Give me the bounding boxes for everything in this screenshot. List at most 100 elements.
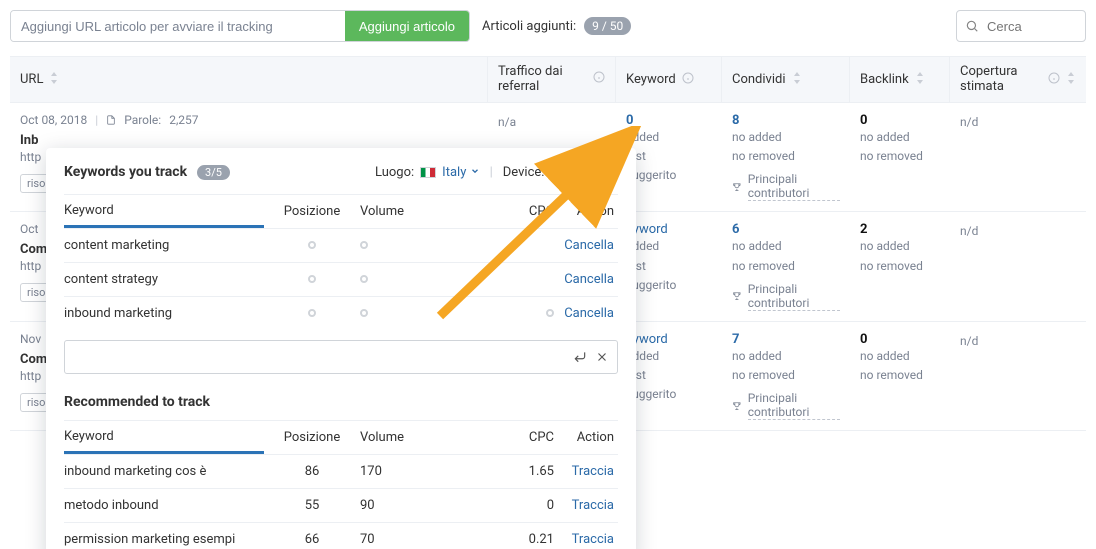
- col-keyword-label: Keyword: [626, 72, 676, 87]
- keyword-count[interactable]: eyword: [626, 332, 712, 347]
- track-keyword-button[interactable]: Traccia: [572, 498, 614, 513]
- kw-vol: 90: [360, 498, 470, 513]
- loading-icon: [308, 241, 316, 249]
- coverage-value: n/d: [950, 113, 1086, 132]
- traffic-value: n/a: [488, 113, 616, 132]
- sort-icon: [915, 72, 925, 88]
- articles-counter: Articoli aggiunti: 9 / 50: [482, 17, 631, 35]
- row-date: Oct 08, 2018: [20, 113, 87, 127]
- kw-vol: 170: [360, 464, 470, 479]
- tracked-keywords-table: Keyword Posizione Volume CPC Action cont…: [64, 194, 618, 330]
- keyword-search-input[interactable]: [73, 349, 565, 366]
- backlink-count[interactable]: 2: [860, 222, 940, 237]
- share-count[interactable]: 7: [732, 332, 840, 347]
- recommended-keywords-table: Keyword Posizione Volume CPC Action inbo…: [64, 420, 618, 549]
- col-backlink-label: Backlink: [860, 72, 909, 87]
- keyword-added: added: [626, 128, 712, 147]
- info-icon: [1048, 72, 1060, 88]
- keyword-suggested: suggerito: [626, 385, 712, 404]
- share-count[interactable]: 8: [732, 113, 840, 128]
- info-icon: [593, 71, 605, 87]
- pop-col-cpc[interactable]: CPC: [470, 204, 554, 219]
- share-removed: no removed: [732, 147, 840, 166]
- device-value: Desktop: [570, 165, 618, 180]
- loading-icon: [360, 275, 368, 283]
- recommended-keyword-row: inbound marketing cos è 86 170 1.65 Trac…: [64, 454, 618, 488]
- pop-col-keyword[interactable]: Keyword: [64, 195, 264, 228]
- search-icon: [965, 19, 979, 33]
- kw-pos: 55: [264, 498, 360, 513]
- keyword-count[interactable]: eyword: [626, 222, 712, 237]
- kw-name: metodo inbound: [64, 498, 264, 513]
- row-date: Oct: [20, 222, 38, 236]
- col-url[interactable]: URL: [10, 57, 488, 102]
- backlink-added: no added: [860, 237, 940, 256]
- pop-col-action: Action: [554, 430, 618, 445]
- url-input[interactable]: [11, 11, 345, 41]
- col-share[interactable]: Condividi: [722, 57, 850, 102]
- popover-title: Keywords you track: [64, 164, 187, 180]
- kw-name: inbound marketing cos è: [64, 464, 264, 479]
- backlink-count[interactable]: 0: [860, 332, 940, 347]
- share-removed: no removed: [732, 366, 840, 385]
- keyword-lost: lost: [626, 366, 712, 385]
- col-share-label: Condividi: [732, 72, 786, 87]
- track-keyword-button[interactable]: Traccia: [572, 464, 614, 479]
- enter-icon[interactable]: [573, 350, 587, 364]
- pop-col-volume[interactable]: Volume: [360, 430, 470, 445]
- tracked-keyword-row: inbound marketing Cancella: [64, 296, 618, 330]
- loading-icon: [360, 241, 368, 249]
- col-coverage[interactable]: Copertura stimata: [950, 57, 1086, 102]
- share-removed: no removed: [732, 257, 840, 276]
- pop-col-keyword[interactable]: Keyword: [64, 421, 264, 454]
- backlink-count[interactable]: 0: [860, 113, 940, 128]
- pop-col-volume[interactable]: Volume: [360, 204, 470, 219]
- recommended-keyword-row: metodo inbound 55 90 0 Traccia: [64, 488, 618, 522]
- pop-col-position[interactable]: Posizione: [264, 204, 360, 219]
- pop-col-position[interactable]: Posizione: [264, 430, 360, 445]
- keyword-added: added: [626, 237, 712, 256]
- backlink-added: no added: [860, 347, 940, 366]
- share-added: no added: [732, 347, 840, 366]
- pop-col-cpc[interactable]: CPC: [470, 430, 554, 445]
- backlink-removed: no removed: [860, 366, 940, 385]
- country-select[interactable]: Italy: [442, 165, 479, 180]
- url-add-group: Aggiungi articolo: [10, 10, 470, 42]
- share-added: no added: [732, 128, 840, 147]
- keyword-count[interactable]: 0: [626, 113, 712, 128]
- articles-counter-label: Articoli aggiunti:: [482, 19, 576, 34]
- delete-keyword-button[interactable]: Cancella: [564, 238, 614, 253]
- backlink-removed: no removed: [860, 147, 940, 166]
- col-traffic-label: Traffico dai referral: [498, 65, 578, 94]
- coverage-value: n/d: [950, 222, 1086, 241]
- keywords-popover: Keywords you track 3/5 Luogo: Italy | De…: [46, 148, 636, 549]
- keyword-suggested: suggerito: [626, 276, 712, 295]
- add-article-button[interactable]: Aggiungi articolo: [345, 11, 469, 41]
- popover-count-badge: 3/5: [197, 165, 230, 180]
- row-date: Nov: [20, 332, 41, 346]
- col-traffic[interactable]: Traffico dai referral: [488, 57, 616, 102]
- top-contributors[interactable]: Principali contributori: [732, 391, 840, 420]
- recommended-title: Recommended to track: [64, 394, 618, 410]
- kw-name: content marketing: [64, 238, 264, 253]
- keyword-search[interactable]: [64, 340, 618, 374]
- table-header: URL Traffico dai referral Keyword Condiv…: [10, 57, 1086, 103]
- top-contributors[interactable]: Principali contributori: [732, 282, 840, 311]
- device-label: Device:: [503, 165, 545, 180]
- col-backlink[interactable]: Backlink: [850, 57, 950, 102]
- search-input[interactable]: [985, 18, 1065, 35]
- clear-icon[interactable]: [595, 350, 609, 364]
- search-box[interactable]: [956, 10, 1086, 42]
- delete-keyword-button[interactable]: Cancella: [564, 306, 614, 321]
- top-contributors[interactable]: Principali contributori: [732, 172, 840, 201]
- words-count: 2,257: [169, 113, 198, 127]
- col-keyword[interactable]: Keyword: [616, 57, 722, 102]
- kw-pos: 66: [264, 532, 360, 547]
- delete-keyword-button[interactable]: Cancella: [564, 272, 614, 287]
- article-title[interactable]: Inb: [20, 133, 478, 148]
- loading-icon: [308, 275, 316, 283]
- chevron-down-icon: [470, 166, 480, 176]
- track-keyword-button[interactable]: Traccia: [572, 532, 614, 547]
- share-count[interactable]: 6: [732, 222, 840, 237]
- kw-cpc: 0: [470, 498, 554, 513]
